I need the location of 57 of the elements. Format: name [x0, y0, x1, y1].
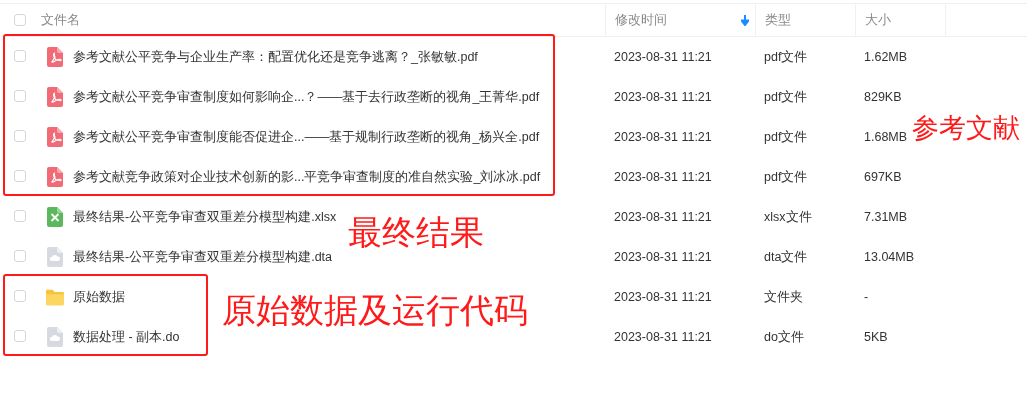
file-name[interactable]: 数据处理 - 副本.do [73, 328, 180, 346]
folder-icon [46, 288, 64, 306]
file-type: 文件夹 [764, 289, 803, 304]
file-name[interactable]: 参考文献竞争政策对企业技术创新的影...平竞争审查制度的准自然实验_刘冰冰.pdf [73, 168, 541, 186]
checkbox[interactable] [14, 209, 26, 222]
file-size: 13.04MB [864, 250, 915, 264]
spreadsheet-file-icon [47, 207, 63, 227]
modified-time: 2023-08-31 11:21 [614, 90, 712, 104]
column-header[interactable]: 类型 [765, 11, 791, 29]
annotation-label: 参考文献 [912, 115, 1020, 142]
checkbox[interactable] [14, 129, 26, 142]
annotation-label: 最终结果 [348, 215, 484, 249]
file-type: pdf文件 [764, 49, 808, 64]
checkbox[interactable] [14, 89, 26, 102]
sort-down-arrow-icon[interactable] [741, 14, 749, 26]
modified-time: 2023-08-31 11:21 [614, 170, 712, 184]
modified-time: 2023-08-31 11:21 [614, 330, 712, 344]
checkbox[interactable] [14, 329, 26, 342]
file-name[interactable]: 参考文献公平竞争审查制度能否促进企...——基于规制行政垄断的视角_杨兴全.pdf [73, 128, 540, 146]
file-type: dta文件 [764, 249, 808, 264]
modified-time: 2023-08-31 11:21 [614, 250, 712, 264]
pdf-file-icon [47, 47, 63, 67]
file-size: 1.68MB [864, 130, 908, 144]
file-name[interactable]: 参考文献公平竞争与企业生产率：配置优化还是竞争逃离？_张敏敏.pdf [73, 48, 478, 66]
checkbox[interactable] [14, 49, 26, 62]
file-name[interactable]: 最终结果-公平竞争审查双重差分模型构建.dta [73, 248, 332, 266]
file-type: pdf文件 [764, 89, 808, 104]
checkbox[interactable] [14, 289, 26, 302]
file-size: 7.31MB [864, 210, 908, 224]
modified-time: 2023-08-31 11:21 [614, 50, 712, 64]
checkbox[interactable] [14, 14, 26, 26]
checkbox[interactable] [14, 169, 26, 182]
file-type: pdf文件 [764, 129, 808, 144]
file-type: xlsx文件 [764, 209, 812, 224]
file-size: 829KB [864, 90, 902, 104]
cloud-file-icon [47, 247, 63, 267]
checkbox[interactable] [14, 249, 26, 262]
annotation-label: 原始数据及运行代码 [222, 293, 528, 327]
modified-time: 2023-08-31 11:21 [614, 290, 712, 304]
file-size: 5KB [864, 330, 888, 344]
pdf-file-icon [47, 87, 63, 107]
modified-time: 2023-08-31 11:21 [614, 130, 712, 144]
column-header[interactable]: 文件名 [41, 11, 80, 29]
file-size: - [864, 290, 869, 304]
modified-time: 2023-08-31 11:21 [614, 210, 712, 224]
file-type: do文件 [764, 329, 804, 344]
file-size: 1.62MB [864, 50, 908, 64]
file-name[interactable]: 最终结果-公平竞争审查双重差分模型构建.xlsx [73, 208, 337, 226]
column-header[interactable]: 大小 [865, 11, 891, 29]
pdf-file-icon [47, 167, 63, 187]
cloud-file-icon [47, 327, 63, 347]
file-type: pdf文件 [764, 169, 808, 184]
pdf-file-icon [47, 127, 63, 147]
file-name[interactable]: 原始数据 [73, 288, 125, 306]
file-size: 697KB [864, 170, 902, 184]
file-name[interactable]: 参考文献公平竞争审查制度如何影响企...？——基于去行政垄断的视角_王菁华.pdf [73, 88, 540, 106]
column-header[interactable]: 修改时间 [615, 11, 667, 29]
